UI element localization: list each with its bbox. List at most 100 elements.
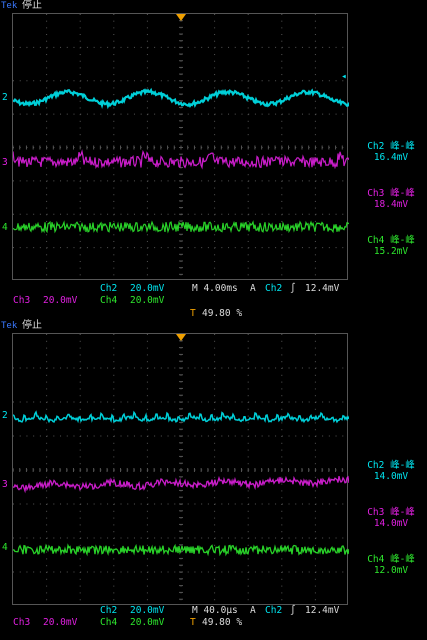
grid-dot [314,120,316,122]
grid-dot [113,334,115,335]
grid-dot [46,34,48,36]
grid-dot [79,60,81,62]
grid-dot [247,14,249,15]
grid-dot [201,571,203,573]
grid-dot [214,100,216,102]
grid-dot [60,503,62,505]
grid-dot [221,537,223,539]
grid-dot [146,134,148,136]
grid-dot [147,401,149,403]
grid-dot [314,207,316,209]
grid-dot [154,113,156,115]
grid-dot [154,367,156,369]
grid-dot [314,456,316,458]
grid-dot [86,537,88,539]
grid-dot [80,247,82,249]
waveform-display[interactable] [12,333,349,605]
grid-dot [295,401,297,403]
grid-dot [241,435,243,437]
grid-dot [107,571,109,573]
grid-dot [79,200,81,202]
grid-dot [146,67,148,69]
grid-dot [247,267,249,269]
grid-dot [127,80,129,82]
grid-dot [275,435,277,437]
grid-dot [154,401,156,403]
grid-dot [295,113,297,115]
grid-dot [174,80,176,82]
grid-dot [46,374,48,376]
grid-dot [314,20,316,22]
grid-dot [113,599,115,601]
grid-dot [113,361,115,363]
grid-dot [314,361,316,363]
grid-dot [19,213,21,215]
grid-dot [221,80,223,82]
grid-dot [295,247,297,249]
grid-dot [46,207,48,209]
grid-dot [335,113,337,115]
grid-dot [80,46,82,48]
grid-dot [201,367,203,369]
grid-dot [46,54,48,56]
grid-dot [275,180,277,182]
grid-dot [335,46,337,48]
grid-dot [322,401,324,403]
grid-dot [214,449,216,451]
grid-dot [214,167,216,169]
grid-dot [234,46,236,48]
grid-dot [281,510,283,512]
grid-dot [314,154,316,156]
grid-dot [146,167,148,169]
grid-dot [281,558,283,560]
grid-dot [33,180,35,182]
waveform-display[interactable] [12,13,349,280]
grid-dot [214,174,216,176]
grid-dot [301,247,303,249]
grid-dot [113,524,115,526]
grid-dot [328,571,330,573]
grid-dot [79,544,81,546]
grid-dot [46,565,48,567]
grid-dot [314,140,316,142]
grid-dot [247,334,249,335]
ch4-trace [13,220,349,234]
grid-dot [160,537,162,539]
grid-dot [154,46,156,48]
grid-dot [79,260,81,262]
grid-dot [314,388,316,390]
grid-dot [73,435,75,437]
grid-dot [342,537,344,539]
grid-dot [107,537,109,539]
grid-dot [187,80,189,82]
grid-dot [214,54,216,56]
grid-dot [167,80,169,82]
grid-dot [207,503,209,505]
grid-dot [146,361,148,363]
grid-dot [281,60,283,62]
grid-dot [146,94,148,96]
grid-dot [113,429,115,431]
grid-dot [46,334,48,335]
grid-dot [113,80,115,82]
grid-dot [214,87,216,89]
grid-dot [113,107,115,109]
grid-dot [140,113,142,115]
grid-dot [79,578,81,580]
grid-dot [167,213,169,215]
grid-dot [60,401,62,403]
grid-dot [160,180,162,182]
grid-dot [247,449,249,451]
grid-dot [140,80,142,82]
grid-dot [281,27,283,29]
grid-dot [342,435,344,437]
grid-dot [314,127,316,129]
grid-dot [113,571,115,573]
grid-dot [146,267,148,269]
measurement-value: 14.0mV [373,471,409,482]
grid-dot [79,442,81,444]
measurement-ch4: Ch4 峰-峰 15.2mV [358,235,424,257]
grid-dot [314,463,316,465]
grid-dot [295,213,297,215]
grid-dot [228,80,230,82]
